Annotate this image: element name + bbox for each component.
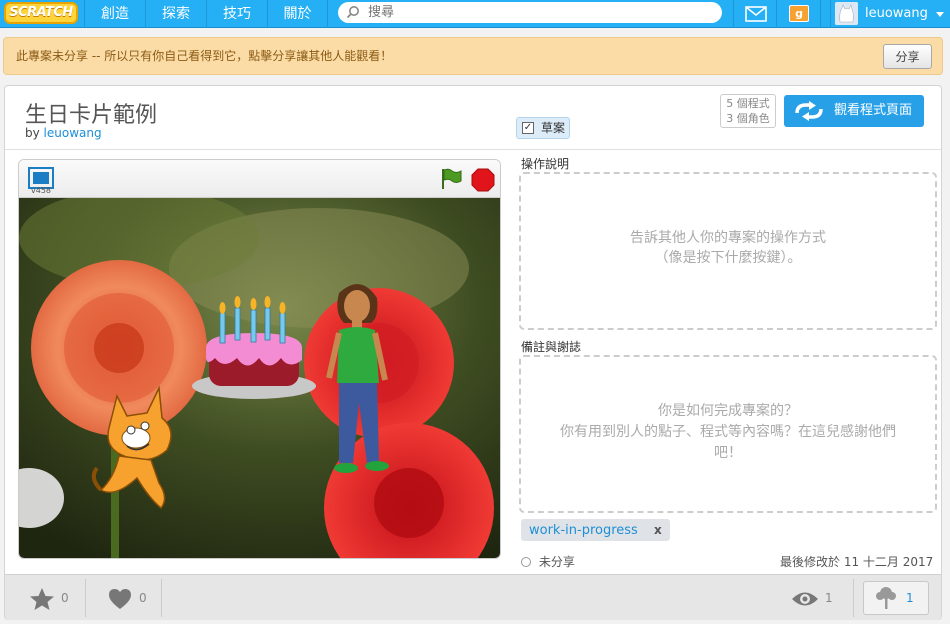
- love-count: 0: [139, 591, 147, 605]
- nav-tips[interactable]: 技巧: [206, 0, 267, 28]
- love-stat[interactable]: 0: [107, 575, 157, 621]
- draft-label: 草案: [541, 121, 566, 135]
- share-button[interactable]: 分享: [883, 44, 932, 69]
- search-input[interactable]: [368, 2, 708, 23]
- remix-tree-button[interactable]: 1: [863, 581, 929, 615]
- project-stage[interactable]: [19, 198, 500, 559]
- draft-checkbox[interactable]: ✓: [522, 122, 534, 134]
- chevron-down-icon: [936, 12, 944, 17]
- green-flag-icon[interactable]: [439, 167, 463, 191]
- my-stuff-button[interactable]: g: [777, 0, 821, 28]
- envelope-icon: [745, 6, 767, 22]
- my-stuff-icon: g: [789, 5, 809, 22]
- project-card: 生日卡片範例 by leuowang ✓ 草案 5 個程式 3 個角色 觀看程式…: [4, 85, 942, 620]
- stop-sign-icon[interactable]: [471, 168, 495, 192]
- by-prefix: by: [25, 126, 40, 140]
- heart-icon: [109, 589, 131, 609]
- notes-placeholder-1: 你是如何完成專案的？: [658, 403, 798, 419]
- messages-button[interactable]: [733, 0, 777, 28]
- divider: [85, 579, 86, 617]
- draft-toggle[interactable]: ✓ 草案: [516, 117, 570, 139]
- favorite-count: 0: [61, 591, 69, 605]
- views-count: 1: [825, 591, 833, 605]
- share-status: 未分享: [521, 553, 575, 570]
- modified-date: 最後修改於 11 十二月 2017: [780, 555, 934, 569]
- notes-label: 備註與謝誌: [521, 340, 582, 354]
- remix-count: 1: [906, 591, 914, 605]
- tag-chip[interactable]: work-in-progress x: [521, 519, 670, 541]
- share-status-label: 未分享: [538, 555, 575, 569]
- nav-about[interactable]: 關於: [267, 0, 328, 28]
- project-player[interactable]: v458: [18, 159, 501, 559]
- project-title[interactable]: 生日卡片範例: [25, 97, 157, 129]
- remix-tree-icon: [876, 587, 896, 609]
- stats-bar: 0 0 1 1: [5, 574, 941, 620]
- nav-create[interactable]: 創造: [84, 0, 145, 28]
- instructions-placeholder-2: （像是按下什麼按鍵）。: [654, 250, 802, 266]
- views-stat: 1: [791, 575, 841, 621]
- divider: [853, 579, 854, 617]
- author-link[interactable]: leuowang: [44, 126, 102, 140]
- notes-field[interactable]: 你是如何完成專案的？ 你有用到別人的點子、程式等內容嗎？在這兒感謝他們 吧！: [519, 355, 937, 513]
- instructions-label: 操作說明: [521, 157, 570, 171]
- sprites-count: 3 個角色: [726, 112, 770, 125]
- search-icon: [346, 6, 359, 19]
- instructions-field[interactable]: 告訴其他人你的專案的操作方式 （像是按下什麼按鍵）。: [519, 172, 937, 330]
- username: leuowang: [865, 6, 928, 21]
- avatar: [835, 2, 858, 25]
- see-inside-label: 觀看程式頁面: [834, 103, 913, 118]
- unshared-icon: [521, 557, 531, 567]
- player-controls: v458: [19, 160, 500, 198]
- notes-placeholder-2: 你有用到別人的點子、程式等內容嗎？在這兒感謝他們: [560, 424, 896, 440]
- unshared-banner: 此專案未分享 -- 所以只有你自己看得到它，點擊分享讓其他人能觀看！ 分享: [3, 37, 943, 75]
- instructions-placeholder-1: 告訴其他人你的專案的操作方式: [630, 230, 826, 246]
- tag-remove-icon[interactable]: x: [654, 523, 662, 537]
- search-box[interactable]: [338, 2, 722, 23]
- scripts-count: 5 個程式: [726, 97, 770, 110]
- notes-placeholder-3: 吧！: [714, 445, 742, 461]
- top-nav: SCRATCH 創造 探索 技巧 關於 g leuowang: [0, 0, 950, 28]
- scratch-logo[interactable]: SCRATCH: [4, 2, 78, 24]
- star-icon: [30, 588, 54, 610]
- divider: [161, 579, 162, 617]
- eye-icon: [792, 592, 818, 606]
- tag-label[interactable]: work-in-progress: [529, 523, 638, 538]
- user-menu[interactable]: leuowang: [830, 0, 950, 28]
- remix-arrows-icon: [795, 101, 823, 121]
- nav-explore[interactable]: 探索: [145, 0, 206, 28]
- see-inside-button[interactable]: 觀看程式頁面: [784, 95, 924, 127]
- favorite-stat[interactable]: 0: [29, 575, 79, 621]
- banner-message: 此專案未分享 -- 所以只有你自己看得到它，點擊分享讓其他人能觀看！: [16, 49, 393, 63]
- byline: by leuowang: [25, 126, 102, 140]
- project-counts: 5 個程式 3 個角色: [720, 94, 776, 128]
- version-label: v458: [31, 186, 52, 195]
- divider: [5, 149, 941, 150]
